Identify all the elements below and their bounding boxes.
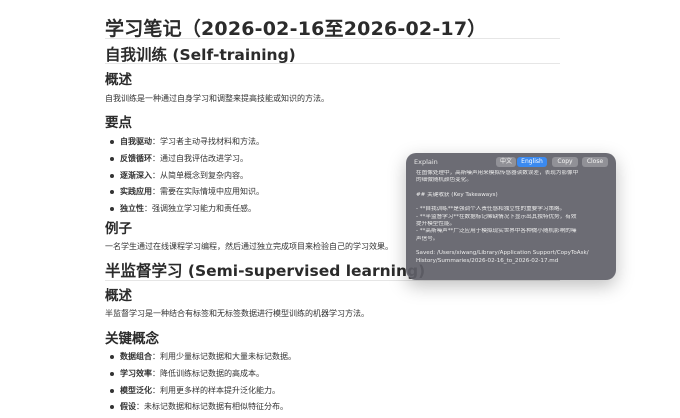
list-item-text: ：强调独立学习能力和责任感。: [144, 204, 256, 214]
title-divider: [105, 38, 560, 39]
list-item-text: ：未标记数据和标记数据有相似特征分布。: [136, 402, 288, 412]
popup-line: [416, 185, 608, 192]
english-button[interactable]: English: [517, 157, 547, 167]
popup-line: - **自我训练**是强调个人责任感和独立性的重要学习策略。: [416, 206, 566, 213]
explain-popup[interactable]: Explain 中文 English Copy Close 在图像处理中，高斯噪…: [406, 153, 616, 280]
bullet-icon: [110, 207, 114, 212]
example-text: 一名学生通过在线课程学习编程，然后通过独立完成项目来检验自己的学习效果。: [105, 242, 393, 251]
points-heading: 要点: [105, 115, 132, 131]
popup-line: [416, 243, 608, 250]
list-item: 反馈循环：通过自我评估改进学习。: [105, 153, 264, 170]
overview-text: 半监督学习是一种结合有标签和无标签数据进行模型训练的机器学习方法。: [105, 309, 369, 318]
popup-line: Saved: /Users/xiwang/Library/Application…: [416, 250, 589, 257]
list-item-term: 数据组合: [120, 352, 152, 361]
list-item-term: 实践应用: [120, 187, 152, 197]
popup-line: 声信号。: [416, 235, 439, 242]
list-item-text: ：降低训练标记数据的高成本。: [152, 368, 264, 378]
popup-content: 在图像处理中，高斯噪声用来模拟传感器读数误差，表现为影像中 的细微随机颜色变化。…: [416, 170, 608, 265]
overview-heading: 概述: [105, 72, 132, 88]
popup-line: [416, 199, 608, 206]
overview-text: 自我训练是一种通过自身学习和调整来提高技能或知识的方法。: [105, 94, 329, 103]
popup-line: - **半监督学习**在数据标记稀缺情况下显示出其独特优势，有效: [416, 213, 577, 220]
list-item: 数据组合：利用少量标记数据和大量未标记数据。: [105, 351, 296, 368]
popup-line: 在图像处理中，高斯噪声用来模拟传感器读数误差，表现为影像中: [416, 170, 579, 176]
popup-line: - **高斯噪声**广泛应用于模拟现实世界中各种微小随机影响的噪: [416, 228, 577, 235]
list-item: 实践应用：需要在实际情境中应用知识。: [105, 186, 264, 203]
points-list: 自我驱动：学习者主动寻找材料和方法。 反馈循环：通过自我评估改进学习。 逐渐深入…: [105, 136, 264, 220]
section-divider: [105, 280, 560, 281]
close-button[interactable]: Close: [582, 157, 608, 167]
list-item-term: 模型泛化: [120, 385, 152, 395]
bullet-icon: [110, 388, 114, 393]
section-divider: [105, 63, 560, 64]
popup-line: History/Summaries/2026-02-16_to_2026-02-…: [416, 257, 559, 264]
list-item-term: 自我驱动: [120, 137, 152, 146]
page-title: 学习笔记（2026-02-16至2026-02-17）: [105, 18, 487, 40]
copy-button[interactable]: Copy: [552, 157, 578, 167]
example-heading: 例子: [105, 221, 132, 237]
list-item-term: 独立性: [120, 204, 144, 214]
bullet-icon: [110, 173, 114, 178]
list-item-text: ：学习者主动寻找材料和方法。: [152, 137, 264, 146]
list-item: 自我驱动：学习者主动寻找材料和方法。: [105, 136, 264, 153]
list-item-term: 学习效率: [120, 368, 152, 378]
list-item: 学习效率：降低训练标记数据的高成本。: [105, 368, 296, 385]
bullet-icon: [110, 140, 114, 144]
list-item-text: ：需要在实际情境中应用知识。: [152, 187, 264, 197]
list-item-term: 逐渐深入: [120, 170, 152, 180]
bullet-icon: [110, 156, 114, 161]
bullet-icon: [110, 190, 114, 195]
section-heading-semi-supervised: 半监督学习 (Semi-supervised learning): [105, 262, 426, 280]
list-item-text: ：利用更多样的样本提升泛化能力。: [152, 385, 280, 395]
bullet-icon: [110, 355, 114, 359]
overview-heading: 概述: [105, 288, 132, 304]
concepts-heading: 关键概念: [105, 331, 159, 347]
list-item: 假设：未标记数据和标记数据有相似特征分布。: [105, 401, 296, 418]
popup-line: ## 关键收获 (Key Takeaways): [416, 191, 498, 198]
list-item: 逐渐深入：从简单概念到复杂内容。: [105, 170, 264, 187]
concepts-list: 数据组合：利用少量标记数据和大量未标记数据。 学习效率：降低训练标记数据的高成本…: [105, 351, 296, 418]
popup-title: Explain: [414, 158, 438, 166]
list-item-text: ：从简单概念到复杂内容。: [152, 170, 248, 180]
popup-line: 的细微随机颜色变化。: [416, 177, 472, 184]
popup-line: 提升模型性能。: [416, 221, 456, 228]
list-item-text: ：通过自我评估改进学习。: [152, 153, 248, 163]
section-heading-self-training: 自我训练 (Self-training): [105, 46, 296, 64]
chinese-button[interactable]: 中文: [496, 157, 516, 167]
bullet-icon: [110, 371, 114, 376]
list-item-text: ：利用少量标记数据和大量未标记数据。: [152, 352, 296, 361]
list-item-term: 反馈循环: [120, 153, 152, 163]
list-item-term: 假设: [120, 402, 136, 412]
list-item: 模型泛化：利用更多样的样本提升泛化能力。: [105, 385, 296, 402]
